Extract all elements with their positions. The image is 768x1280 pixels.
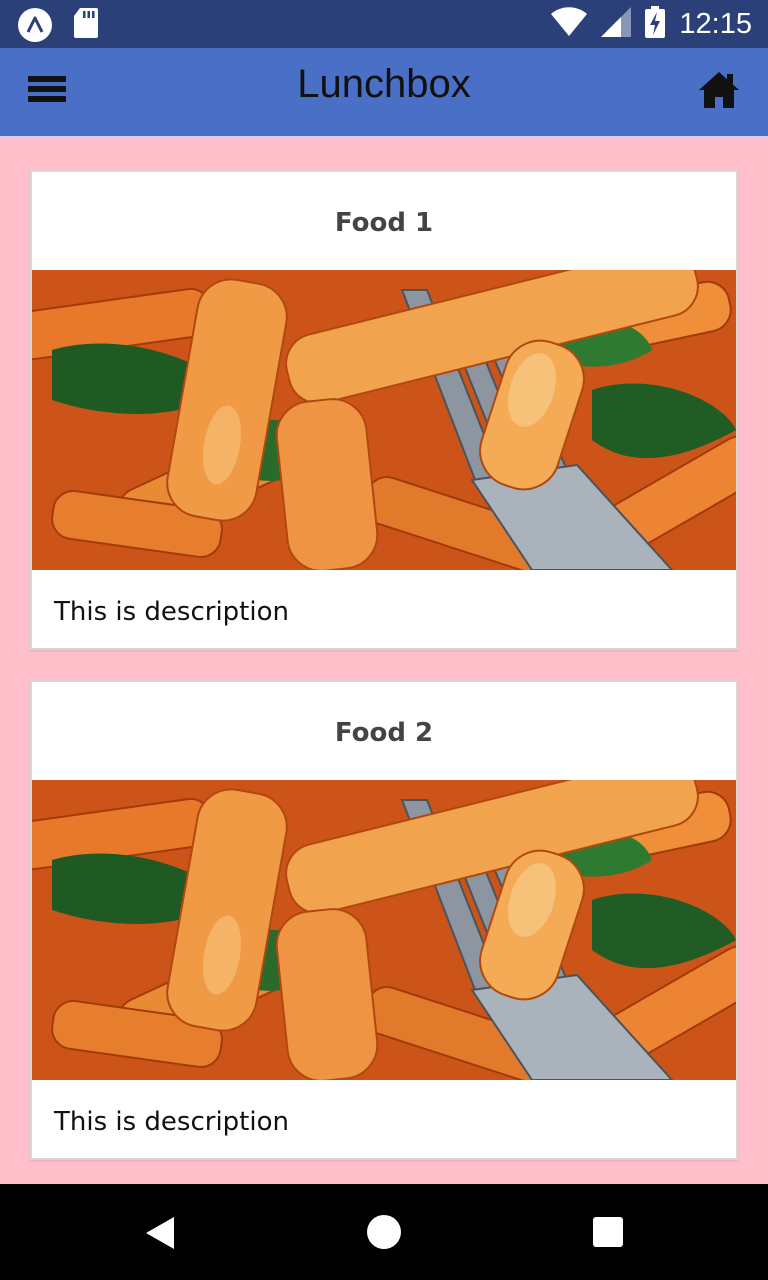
card-description: This is description (54, 1107, 289, 1137)
wifi-icon (551, 7, 588, 41)
card-title: Food 1 (334, 208, 434, 238)
app-title: Lunchbox (297, 62, 471, 106)
home-circle-icon[interactable] (367, 1215, 401, 1249)
card-title: Food 2 (334, 718, 434, 748)
home-icon[interactable] (698, 70, 740, 110)
status-bar: 12:15 (0, 0, 768, 48)
card-description: This is description (54, 597, 289, 627)
food-card[interactable]: Food 1 This is description (30, 170, 738, 650)
system-nav-bar (0, 1184, 768, 1280)
launcher-a-icon (18, 8, 52, 42)
food-image (32, 780, 736, 1080)
battery-charging-icon (645, 6, 666, 42)
signal-icon (601, 7, 632, 41)
food-image (32, 270, 736, 570)
clock: 12:15 (679, 7, 752, 40)
back-triangle-icon[interactable] (144, 1216, 176, 1254)
sd-card-icon (74, 8, 98, 42)
app-bar: Lunchbox (0, 48, 768, 138)
recents-square-icon[interactable] (593, 1217, 623, 1247)
food-card[interactable]: Food 2 This is description (30, 680, 738, 1160)
